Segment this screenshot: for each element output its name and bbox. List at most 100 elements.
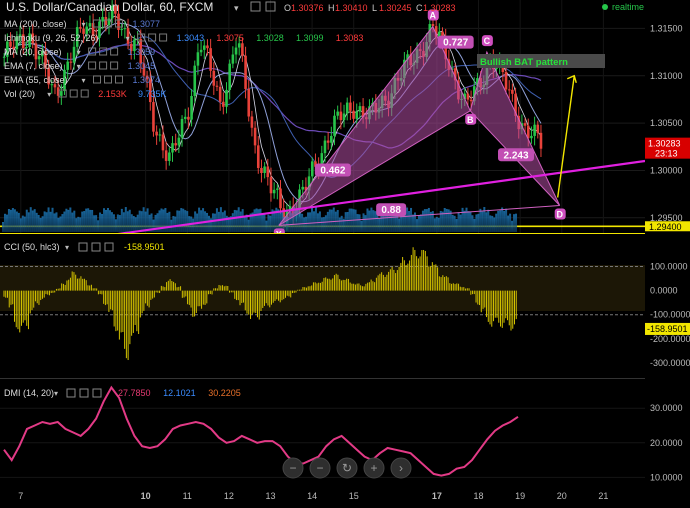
volume-bar xyxy=(261,213,264,232)
volume-bar xyxy=(81,211,84,232)
time-tick-label: 21 xyxy=(598,491,608,501)
volume-bar xyxy=(263,213,266,232)
candle-body xyxy=(530,135,533,139)
volume-bar xyxy=(421,210,424,232)
candle-body xyxy=(72,46,76,63)
ratio-label: 0.88 xyxy=(381,205,401,216)
cci-value: -158.9501 xyxy=(124,242,165,252)
volume-bar xyxy=(378,217,381,232)
dmi-value: 30.2205 xyxy=(208,388,241,398)
volume-bar xyxy=(99,212,102,232)
indicator-chevron-icon[interactable]: ▾ xyxy=(126,34,130,43)
candle-body xyxy=(269,177,273,194)
indicator-value: 1.3059 xyxy=(128,47,156,57)
candle-body xyxy=(247,88,251,117)
ohlc-key-l: L xyxy=(372,3,377,13)
volume-bar xyxy=(9,209,12,232)
volume-bar xyxy=(398,218,401,232)
indicator-label[interactable]: Ichimoku (9, 26, 52, 26) xyxy=(4,33,99,43)
pattern-point-d: D xyxy=(556,209,563,219)
volume-bar xyxy=(217,211,220,232)
volume-bar xyxy=(457,212,460,232)
indicator-chevron-icon[interactable]: ▾ xyxy=(77,62,81,71)
chart-svg: XABCD0.4620.7272.2430.88Bullish BAT patt… xyxy=(0,0,690,503)
volume-bar xyxy=(255,208,258,232)
pane-divider-2[interactable] xyxy=(0,378,645,379)
indicator-value: 1.3028 xyxy=(256,33,284,43)
volume-bar xyxy=(61,214,64,232)
indicator-value: 1.3074 xyxy=(133,75,161,85)
candle-body xyxy=(466,93,470,100)
dmi-menu-chevron-icon[interactable]: ▾ xyxy=(54,389,58,398)
volume-bar xyxy=(130,214,133,232)
volume-bar xyxy=(408,210,411,232)
volume-bar xyxy=(354,209,357,232)
volume-bar xyxy=(346,211,349,232)
volume-bar xyxy=(142,207,145,232)
symbol-title[interactable]: U.S. Dollar/Canadian Dollar, 60, FXCM xyxy=(6,0,213,14)
time-tick-label: 17 xyxy=(432,491,442,501)
ratio-label: 0.727 xyxy=(443,38,468,49)
indicator-chevron-icon[interactable]: ▾ xyxy=(82,20,86,29)
volume-bar xyxy=(7,209,10,232)
indicator-label[interactable]: Vol (20) xyxy=(4,89,35,99)
volume-bar xyxy=(91,209,94,232)
volume-bar xyxy=(186,211,189,232)
time-axis-bg[interactable] xyxy=(0,487,690,503)
candle-body xyxy=(355,111,359,119)
dmi-tick-label: 20.0000 xyxy=(650,438,683,448)
indicator-label[interactable]: EMA (7, close) xyxy=(4,61,63,71)
volume-bar xyxy=(435,216,438,232)
dmi-title[interactable]: DMI (14, 20) xyxy=(4,388,54,398)
indicator-label[interactable]: MA (20, close) xyxy=(4,47,62,57)
cci-menu-chevron-icon[interactable]: ▾ xyxy=(65,243,69,252)
dmi-tick-label: 10.0000 xyxy=(650,472,683,482)
dmi-axis[interactable]: 30.0000 20.0000 10.0000 xyxy=(650,403,683,482)
indicator-chevron-icon[interactable]: ▾ xyxy=(82,76,86,85)
indicator-value: 1.3045 xyxy=(128,61,156,71)
pane-divider-1[interactable] xyxy=(0,233,645,234)
ohlc-value-c: 1.30283 xyxy=(423,3,456,13)
volume-bar xyxy=(370,207,373,232)
candle-body xyxy=(241,43,244,56)
price-axis[interactable]: 1.295001.300001.305001.310001.315001.302… xyxy=(645,0,690,232)
indicator-chevron-icon[interactable]: ▾ xyxy=(77,48,81,57)
volume-bar xyxy=(132,215,135,232)
volume-bar xyxy=(447,209,450,232)
volume-bar xyxy=(97,220,100,232)
volume-bar xyxy=(235,210,238,232)
volume-bar xyxy=(441,211,444,232)
volume-bar xyxy=(49,211,52,232)
candle-body xyxy=(218,86,222,102)
volume-bar xyxy=(340,215,343,232)
volume-bar xyxy=(172,215,175,232)
cci-title[interactable]: CCI (50, hlc3) xyxy=(4,242,60,252)
volume-bar xyxy=(299,212,302,232)
volume-bar xyxy=(368,210,371,232)
indicator-label[interactable]: MA (200, close) xyxy=(4,19,67,29)
candle-body xyxy=(158,134,162,136)
volume-bar xyxy=(501,207,504,232)
volume-bar xyxy=(305,216,308,232)
ohlc-value-l: 1.30245 xyxy=(379,3,412,13)
volume-bar xyxy=(419,214,422,232)
volume-bar xyxy=(491,215,494,232)
candle-body xyxy=(180,118,184,138)
volume-bar xyxy=(105,209,107,232)
volume-bar xyxy=(259,208,262,232)
volume-bar xyxy=(425,209,428,232)
volume-bar xyxy=(485,212,488,232)
candle-body xyxy=(244,55,247,89)
title-menu-chevron-icon[interactable]: ▾ xyxy=(234,3,239,13)
volume-bar xyxy=(73,210,76,232)
volume-bar xyxy=(27,212,30,232)
indicator-value: 1.3077 xyxy=(133,19,161,29)
volume-bar xyxy=(77,216,80,232)
volume-bar xyxy=(213,213,216,232)
volume-bar xyxy=(473,218,476,232)
volume-bar xyxy=(257,209,260,232)
indicator-label[interactable]: EMA (55, close) xyxy=(4,75,68,85)
volume-bar xyxy=(477,213,480,232)
indicator-chevron-icon[interactable]: ▾ xyxy=(47,90,51,99)
cci-axis[interactable]: 100.0000 0.0000 -100.0000 -200.0000 -300.000… xyxy=(645,262,690,368)
